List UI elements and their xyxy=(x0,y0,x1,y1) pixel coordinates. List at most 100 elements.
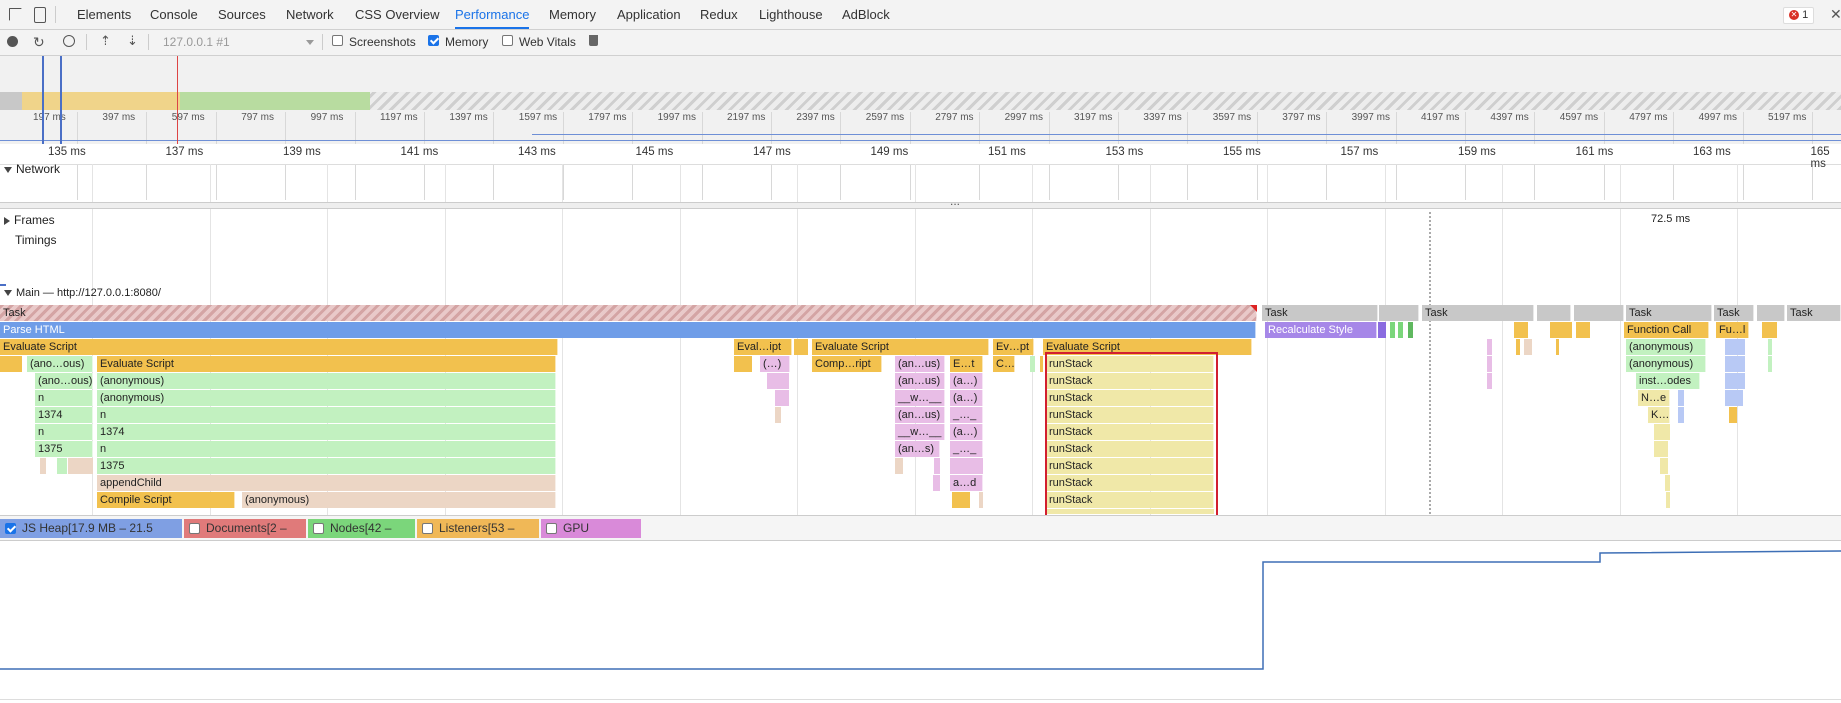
flame-slice[interactable] xyxy=(934,458,940,474)
flame-slice[interactable] xyxy=(1768,356,1772,372)
tab-memory[interactable]: Memory xyxy=(549,0,596,29)
line-number[interactable]: 1374 xyxy=(35,407,93,423)
compile-script[interactable]: C… xyxy=(993,356,1015,372)
flame-slice[interactable] xyxy=(1550,322,1572,338)
flame-slice[interactable] xyxy=(1660,458,1668,474)
compile-script[interactable]: Comp…ript xyxy=(812,356,882,372)
flame-slice[interactable] xyxy=(1040,356,1043,372)
evaluate-script[interactable]: Evaluate Script xyxy=(0,339,558,355)
inspect-element-icon[interactable] xyxy=(9,8,22,21)
evaluate-script[interactable]: Evaluate Script xyxy=(812,339,989,355)
record-icon[interactable] xyxy=(7,36,18,47)
task[interactable] xyxy=(1537,305,1571,321)
flame-slice[interactable] xyxy=(933,475,940,491)
parse-html[interactable]: Parse HTML xyxy=(0,322,1256,338)
timings-track-label[interactable]: Timings xyxy=(15,233,57,247)
task[interactable]: Task xyxy=(1787,305,1841,321)
anonymous-call[interactable]: (a…) xyxy=(950,424,983,440)
memory-graph[interactable] xyxy=(0,541,1841,703)
flame-slice[interactable] xyxy=(1556,339,1559,355)
flame-slice[interactable] xyxy=(1487,356,1492,372)
function-call[interactable]: Function Call xyxy=(1624,322,1709,338)
underscore-call[interactable]: _…_ xyxy=(950,441,983,457)
line-number[interactable]: 1374 xyxy=(97,424,556,440)
timeline-overview[interactable]: 197 ms 397 ms 597 ms 797 ms 997 ms 1197 ms 139… xyxy=(0,56,1841,200)
memory-checkbox[interactable] xyxy=(428,35,439,46)
line-number[interactable]: 1375 xyxy=(35,441,93,457)
function-n[interactable]: n xyxy=(97,441,556,457)
anonymous-call[interactable]: (ano…ous) xyxy=(35,373,93,389)
device-toolbar-icon[interactable] xyxy=(34,7,46,23)
underscore-call[interactable]: _…_ xyxy=(950,407,983,423)
anonymous-call[interactable]: (anonymous) xyxy=(97,373,556,389)
flame-slice[interactable] xyxy=(1768,339,1772,355)
close-devtools-icon[interactable]: ✕ xyxy=(1830,6,1841,23)
flame-slice[interactable] xyxy=(40,458,46,474)
flame-slice[interactable] xyxy=(775,390,789,406)
flame-slice[interactable] xyxy=(1725,373,1745,389)
flame-slice[interactable] xyxy=(979,492,983,508)
tab-lighthouse[interactable]: Lighthouse xyxy=(759,0,823,29)
flame-slice[interactable] xyxy=(1487,339,1492,355)
network-track-header[interactable]: Network xyxy=(4,162,60,176)
overview-selection-left[interactable] xyxy=(42,56,44,144)
flame-slice[interactable] xyxy=(57,458,67,474)
flame-slice[interactable] xyxy=(775,407,781,423)
flame-slice[interactable] xyxy=(767,373,789,389)
listeners-checkbox[interactable] xyxy=(422,523,433,534)
flame-slice[interactable] xyxy=(1725,390,1743,406)
anonymous-call[interactable]: (an…us) xyxy=(895,407,945,423)
anonymous-call[interactable]: (…) xyxy=(760,356,790,372)
evaluate-script[interactable]: Eval…ipt xyxy=(734,339,792,355)
function-call[interactable]: Fu…l xyxy=(1716,322,1749,338)
save-profile-icon[interactable]: ⇣ xyxy=(127,33,138,49)
flame-slice[interactable] xyxy=(1390,322,1395,338)
flame-slice[interactable] xyxy=(895,458,903,474)
flame-slice[interactable] xyxy=(1725,356,1745,372)
flame-slice[interactable] xyxy=(1654,424,1670,440)
function-n[interactable]: n xyxy=(35,390,93,406)
tab-performance[interactable]: Performance xyxy=(455,0,530,29)
listeners-counter[interactable]: Listeners[53 – 93] xyxy=(417,519,539,554)
flame-slice[interactable] xyxy=(1514,322,1528,338)
task[interactable] xyxy=(1574,305,1624,321)
anonymous-call[interactable]: (anonymous) xyxy=(1626,339,1706,355)
tab-network[interactable]: Network xyxy=(286,0,334,29)
frames-track-header[interactable]: Frames xyxy=(4,213,55,227)
tab-console[interactable]: Console xyxy=(150,0,198,29)
flame-slice[interactable] xyxy=(1378,322,1386,338)
task[interactable]: Task xyxy=(1626,305,1712,321)
compile-script[interactable]: Compile Script xyxy=(97,492,235,508)
task[interactable]: Task xyxy=(1262,305,1378,321)
flame-slice[interactable] xyxy=(1487,373,1492,389)
nodes-checkbox[interactable] xyxy=(313,523,324,534)
evaluate-script[interactable]: Ev…pt xyxy=(993,339,1034,355)
long-task[interactable]: Task xyxy=(0,305,1257,321)
w-call[interactable]: __w…__ xyxy=(895,390,945,406)
documents-checkbox[interactable] xyxy=(189,523,200,534)
main-track-header[interactable]: Main — http://127.0.0.1:8080/ xyxy=(4,287,161,299)
flame-slice[interactable] xyxy=(1524,339,1532,355)
evaluate-script[interactable]: Evaluate Script xyxy=(97,356,556,372)
flame-slice[interactable] xyxy=(1665,475,1670,491)
function-n[interactable]: n xyxy=(35,424,93,440)
anonymous-call[interactable]: (an…us) xyxy=(895,373,945,389)
k-call[interactable]: K… xyxy=(1648,407,1670,423)
screenshots-checkbox[interactable] xyxy=(332,35,343,46)
flame-slice[interactable] xyxy=(794,339,808,355)
reload-record-icon[interactable]: ↻ xyxy=(33,34,45,51)
flame-slice[interactable] xyxy=(1576,322,1590,338)
flame-slice[interactable] xyxy=(1654,441,1668,457)
tab-adblock[interactable]: AdBlock xyxy=(842,0,890,29)
tab-elements[interactable]: Elements xyxy=(77,0,131,29)
anonymous-call[interactable]: (an…us) xyxy=(895,356,945,372)
flame-slice[interactable] xyxy=(950,458,983,474)
flame-slice[interactable] xyxy=(1030,356,1035,372)
clear-icon[interactable] xyxy=(63,35,75,47)
anonymous-call[interactable]: (anonymous) xyxy=(1626,356,1706,372)
evaluate-script[interactable]: E…t xyxy=(950,356,983,372)
task[interactable] xyxy=(1757,305,1785,321)
inst-odes-call[interactable]: inst…odes xyxy=(1636,373,1700,389)
flame-slice[interactable] xyxy=(1729,407,1737,423)
append-child[interactable]: appendChild xyxy=(97,475,556,491)
